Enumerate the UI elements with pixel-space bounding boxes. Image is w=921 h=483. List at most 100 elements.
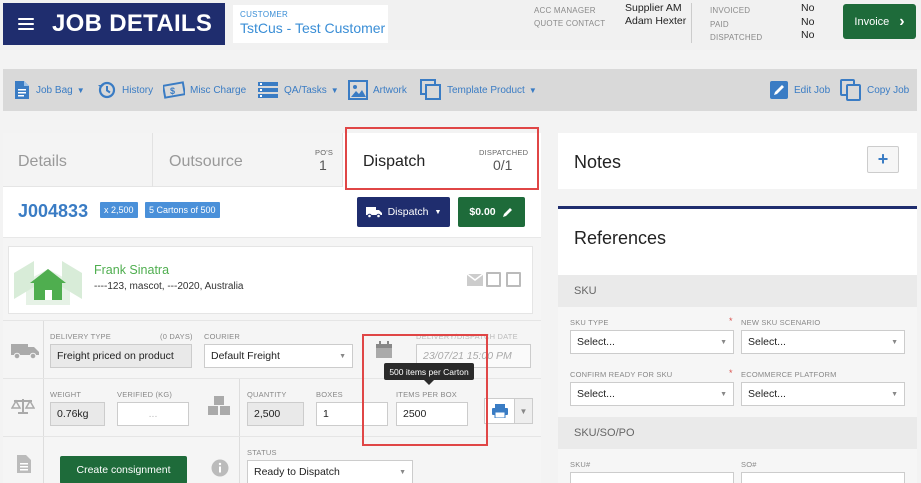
status-select[interactable]: Ready to Dispatch ▼ bbox=[247, 460, 413, 483]
sku-number-field[interactable] bbox=[570, 472, 734, 483]
skusopo-section-body: SKU# SO# bbox=[558, 449, 917, 483]
sku-type-select[interactable]: Select... ▼ bbox=[570, 330, 734, 354]
document-icon bbox=[15, 81, 29, 99]
items-per-box-label: ITEMS PER BOX bbox=[396, 390, 457, 399]
customer-name[interactable]: TstCus - Test Customer bbox=[240, 20, 385, 36]
toolbar-edit-job[interactable]: Edit Job bbox=[769, 79, 830, 101]
toolbar-template-product[interactable]: Template Product ▼ bbox=[420, 79, 537, 101]
quantity-field[interactable]: 2,500 bbox=[247, 402, 304, 426]
account-values: Supplier AM Adam Hexter bbox=[625, 2, 686, 28]
pos-value: 1 bbox=[319, 157, 327, 173]
calendar-icon bbox=[376, 341, 392, 358]
edit-icon bbox=[770, 81, 788, 99]
contact-checkbox-1[interactable] bbox=[486, 272, 501, 287]
courier-select[interactable]: Default Freight ▼ bbox=[204, 344, 353, 368]
verified-field[interactable]: ... bbox=[117, 402, 189, 426]
delivery-type-field[interactable]: Freight priced on product bbox=[50, 344, 192, 368]
status-values: No No No bbox=[801, 2, 814, 43]
tab-dispatch-label: Dispatch bbox=[363, 153, 426, 170]
caret-down-icon: ▼ bbox=[76, 85, 85, 95]
toolbar-job-bag-label: Job Bag bbox=[36, 84, 73, 96]
quantity-badge: x 2,500 bbox=[100, 202, 138, 218]
invoiced-value: No bbox=[801, 2, 815, 14]
ecommerce-platform-select[interactable]: Select... ▼ bbox=[741, 382, 905, 406]
boxes-icon bbox=[208, 396, 230, 415]
page-title: JOB DETAILS bbox=[52, 10, 213, 37]
verified-label: VERIFIED (KG) bbox=[117, 390, 173, 399]
toolbar-artwork[interactable]: Artwork bbox=[348, 79, 407, 101]
references-title: References bbox=[574, 228, 667, 248]
so-number-label: SO# bbox=[741, 460, 757, 469]
add-note-button[interactable]: + bbox=[867, 146, 899, 173]
chevron-right-icon: › bbox=[899, 12, 905, 30]
toolbar-history-label: History bbox=[122, 84, 154, 96]
tab-details-label: Details bbox=[18, 153, 67, 170]
truck-icon bbox=[11, 344, 39, 359]
tab-details[interactable]: Details bbox=[3, 133, 153, 187]
acc-manager-value: Supplier AM bbox=[625, 2, 682, 14]
dispatched-count-value: 0/1 bbox=[493, 157, 513, 173]
weight-label: WEIGHT bbox=[50, 390, 82, 399]
dispatch-button[interactable]: Dispatch ▼ bbox=[357, 197, 450, 227]
confirm-ready-label: CONFIRM READY FOR SKU bbox=[570, 370, 673, 379]
print-button[interactable] bbox=[484, 398, 515, 424]
invoice-button[interactable]: Invoice › bbox=[843, 4, 916, 39]
confirm-ready-select[interactable]: Select... ▼ bbox=[570, 382, 734, 406]
contact-name[interactable]: Frank Sinatra bbox=[94, 263, 169, 277]
plus-icon: + bbox=[877, 149, 889, 169]
toolbar-misc-charge[interactable]: $ Misc Charge bbox=[163, 79, 246, 101]
items-per-box-field[interactable]: 2500 bbox=[396, 402, 468, 426]
tab-dispatch[interactable]: Dispatch DISPATCHED 0/1 bbox=[343, 133, 541, 188]
confirm-ready-required: * bbox=[729, 368, 733, 378]
copy-icon bbox=[420, 79, 441, 100]
weight-field[interactable]: 0.76kg bbox=[50, 402, 105, 426]
caret-down-icon: ▼ bbox=[330, 85, 339, 95]
info-icon bbox=[211, 459, 229, 477]
amount-button[interactable]: $0.00 bbox=[458, 197, 525, 227]
items-per-carton-tooltip: 500 items per Carton bbox=[384, 363, 474, 385]
toolbar-copy-job-label: Copy Job bbox=[867, 84, 910, 96]
tab-outsource[interactable]: Outsource PO'S 1 bbox=[153, 133, 343, 187]
chevron-down-icon: ▼ bbox=[399, 469, 406, 476]
hamburger-menu-icon[interactable] bbox=[18, 18, 34, 30]
app-title-bar: JOB DETAILS bbox=[3, 3, 225, 45]
contact-card[interactable]: Frank Sinatra ----123, mascot, ---2020, … bbox=[8, 246, 533, 314]
new-sku-select[interactable]: Select... ▼ bbox=[741, 330, 905, 354]
toolbar-copy-job[interactable]: Copy Job bbox=[840, 79, 909, 101]
dispatched-count-label: DISPATCHED bbox=[479, 148, 529, 157]
weights-row: WEIGHT 0.76kg VERIFIED (KG) ... QUANTITY… bbox=[3, 378, 541, 437]
sku-section-header: SKU bbox=[558, 275, 917, 307]
row-divider bbox=[239, 379, 240, 437]
references-panel: References SKU SKU TYPE * Select... ▼ NE… bbox=[558, 206, 917, 483]
document-icon bbox=[17, 455, 31, 473]
pos-label: PO'S bbox=[315, 148, 334, 157]
print-options-toggle[interactable]: ▼ bbox=[514, 398, 533, 424]
dispatched-value: No bbox=[801, 29, 815, 41]
customer-label: CUSTOMER bbox=[240, 10, 289, 19]
copy-job-icon bbox=[840, 79, 861, 101]
header-bar: JOB DETAILS CUSTOMER TstCus - Test Custo… bbox=[0, 0, 921, 50]
chevron-down-icon: ▼ bbox=[891, 391, 898, 398]
scale-icon bbox=[11, 399, 35, 414]
status-label: STATUS bbox=[247, 448, 277, 457]
job-tabs: Details Outsource PO'S 1 Dispatch DISPAT… bbox=[3, 133, 541, 188]
toolbar-history[interactable]: History bbox=[97, 79, 153, 101]
toolbar-qa-tasks[interactable]: QA/Tasks ▼ bbox=[257, 79, 339, 101]
toolbar: Job Bag ▼ History $ Misc Charge QA/Tasks ▼… bbox=[3, 69, 917, 111]
home-icon bbox=[14, 261, 82, 305]
tasks-icon bbox=[258, 82, 278, 98]
truck-icon bbox=[365, 207, 382, 218]
header-divider bbox=[691, 3, 692, 43]
status-select-value: Ready to Dispatch bbox=[254, 466, 340, 478]
chevron-down-icon: ▼ bbox=[720, 391, 727, 398]
envelope-icon[interactable] bbox=[467, 273, 483, 286]
pencil-icon bbox=[502, 208, 512, 217]
so-number-field[interactable] bbox=[741, 472, 905, 483]
caret-down-icon: ▼ bbox=[519, 406, 528, 416]
toolbar-job-bag[interactable]: Job Bag ▼ bbox=[13, 79, 85, 101]
contact-checkbox-2[interactable] bbox=[506, 272, 521, 287]
confirm-ready-select-value: Select... bbox=[577, 388, 615, 400]
create-consignment-button[interactable]: Create consignment bbox=[60, 456, 187, 483]
boxes-field[interactable]: 1 bbox=[316, 402, 388, 426]
customer-info[interactable]: CUSTOMER TstCus - Test Customer bbox=[233, 5, 388, 43]
